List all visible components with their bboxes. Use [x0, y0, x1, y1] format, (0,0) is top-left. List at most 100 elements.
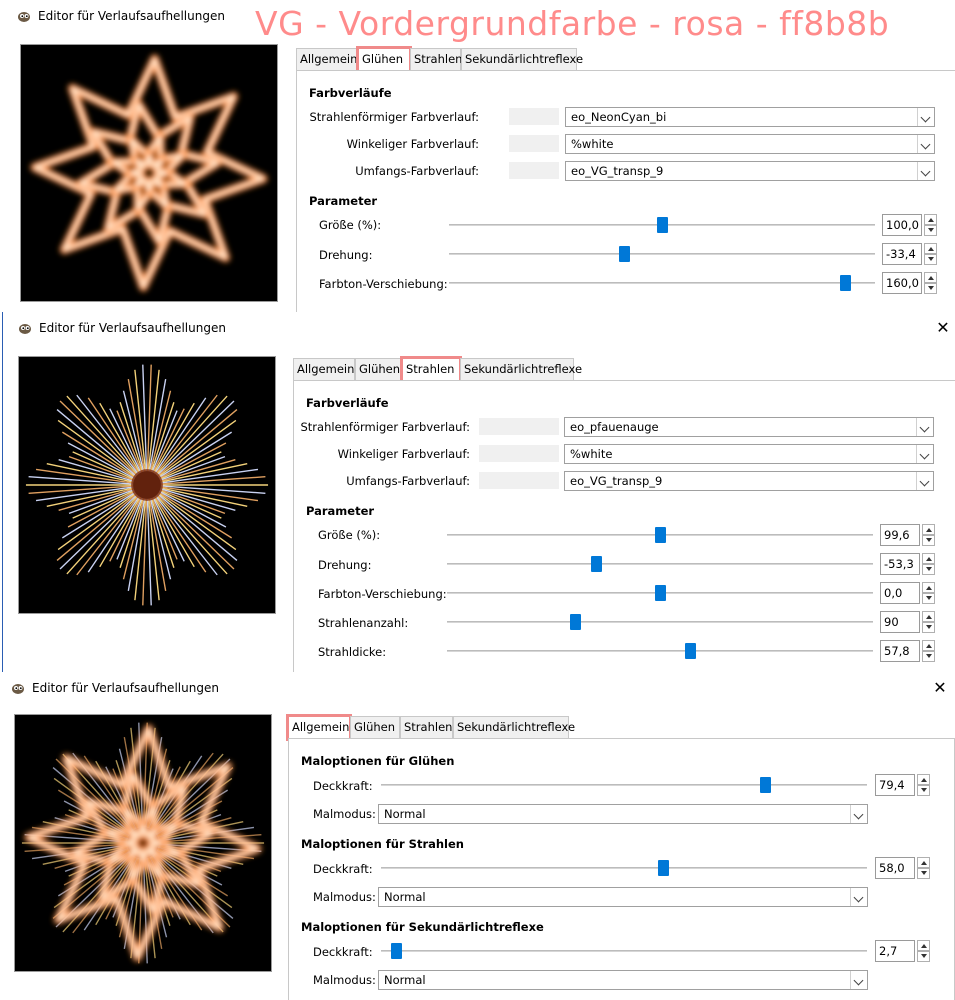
hue-shift-slider[interactable]	[449, 274, 875, 292]
combo-value: %white	[570, 447, 613, 461]
tab-sekundaerlichtreflexe[interactable]: Sekundärlichtreflexe	[461, 48, 583, 70]
spin-down-icon[interactable]	[924, 225, 937, 236]
chevron-down-icon[interactable]	[850, 971, 867, 989]
section-title-gradients: Farbverläufe	[309, 86, 392, 100]
spin-down-icon[interactable]	[922, 651, 935, 662]
close-icon[interactable]: ✕	[930, 678, 950, 698]
rays-paint-mode-select[interactable]: Normal	[378, 887, 868, 907]
rays-opacity-slider[interactable]	[381, 859, 867, 877]
combo-value: eo_NeonCyan_bi	[571, 110, 667, 124]
spin-value[interactable]: 0,0	[880, 582, 920, 604]
spin-down-icon[interactable]	[924, 283, 937, 294]
tab-gluehen[interactable]: Glühen	[350, 716, 400, 738]
chevron-down-icon[interactable]	[916, 445, 933, 463]
spin-value[interactable]: -33,4	[882, 243, 922, 265]
chevron-down-icon[interactable]	[917, 108, 934, 126]
combo-value: Normal	[384, 973, 426, 987]
chevron-down-icon[interactable]	[917, 135, 934, 153]
tab-allgemein[interactable]: Allgemein	[293, 358, 355, 380]
spin-down-icon[interactable]	[922, 622, 935, 633]
chevron-down-icon[interactable]	[917, 162, 934, 180]
radial-gradient-select[interactable]: eo_NeonCyan_bi	[565, 107, 935, 127]
slider-thumb[interactable]	[390, 943, 402, 959]
circumference-gradient-select[interactable]: eo_VG_transp_9	[565, 161, 935, 181]
spin-down-icon[interactable]	[924, 254, 937, 265]
rotation-slider[interactable]	[447, 555, 873, 573]
label-angular-gradient: Winkeliger Farbverlauf:	[337, 447, 470, 461]
hue-shift-slider[interactable]	[447, 584, 873, 602]
chevron-down-icon[interactable]	[850, 805, 867, 823]
tab-allgemein[interactable]: Allgemein	[296, 48, 358, 70]
slider-thumb[interactable]	[591, 556, 603, 572]
radial-gradient-select[interactable]: eo_pfauenauge	[564, 417, 934, 437]
tab-strahlen[interactable]: Strahlen	[400, 356, 462, 383]
gradient-swatch	[509, 162, 559, 179]
spin-value[interactable]: -53,3	[880, 553, 920, 575]
slider-thumb[interactable]	[655, 527, 666, 543]
rotation-slider[interactable]	[449, 245, 875, 263]
tab-strahlen[interactable]: Strahlen	[410, 48, 462, 70]
spin-up-icon[interactable]	[922, 582, 935, 593]
slider-thumb[interactable]	[655, 585, 666, 601]
glow-opacity-slider[interactable]	[381, 776, 867, 794]
size-slider[interactable]	[447, 526, 873, 544]
section-title-parameters: Parameter	[309, 194, 378, 208]
spin-up-icon[interactable]	[924, 272, 937, 283]
label-ray-count: Strahlenanzahl:	[318, 616, 409, 630]
gradient-swatch	[479, 445, 559, 462]
slider-thumb[interactable]	[618, 246, 630, 262]
spin-value[interactable]: 57,8	[880, 640, 920, 662]
spin-up-icon[interactable]	[917, 774, 930, 785]
title-bar[interactable]: Editor für Verlaufsaufhellungen ✕	[3, 312, 955, 344]
slider-thumb[interactable]	[657, 860, 669, 876]
slider-thumb[interactable]	[657, 217, 668, 233]
slider-thumb[interactable]	[759, 777, 771, 793]
spin-down-icon[interactable]	[922, 535, 935, 546]
title-bar[interactable]: Editor für Verlaufsaufhellungen ✕	[0, 672, 955, 704]
spin-value[interactable]: 58,0	[875, 857, 915, 879]
spin-down-icon[interactable]	[922, 593, 935, 604]
chevron-down-icon[interactable]	[916, 472, 933, 490]
tab-sekundaerlichtreflexe[interactable]: Sekundärlichtreflexe	[453, 716, 575, 738]
secondary-opacity-slider[interactable]	[381, 942, 867, 960]
chevron-down-icon[interactable]	[916, 418, 933, 436]
size-slider[interactable]	[449, 216, 875, 234]
spin-down-icon[interactable]	[917, 785, 930, 796]
angular-gradient-select[interactable]: %white	[564, 444, 934, 464]
spin-up-icon[interactable]	[924, 243, 937, 254]
slider-thumb[interactable]	[569, 614, 581, 630]
tab-strahlen[interactable]: Strahlen	[400, 716, 453, 738]
spin-value[interactable]: 99,6	[880, 524, 920, 546]
spin-down-icon[interactable]	[917, 951, 930, 962]
tab-gluehen[interactable]: Glühen	[355, 358, 402, 380]
glow-paint-mode-select[interactable]: Normal	[378, 804, 868, 824]
spin-value[interactable]: 90	[880, 611, 920, 633]
spin-up-icon[interactable]	[922, 640, 935, 651]
section-title-paint-secondary: Maloptionen für Sekundärlichtreflexe	[301, 920, 544, 934]
spin-value[interactable]: 2,7	[875, 940, 915, 962]
ray-count-slider[interactable]	[447, 613, 873, 631]
tab-sekundaerlichtreflexe[interactable]: Sekundärlichtreflexe	[460, 358, 582, 380]
slider-thumb[interactable]	[840, 275, 852, 291]
spin-up-icon[interactable]	[922, 553, 935, 564]
tab-allgemein[interactable]: Allgemein	[286, 714, 352, 741]
close-icon[interactable]: ✕	[933, 318, 953, 338]
chevron-down-icon[interactable]	[850, 888, 867, 906]
angular-gradient-select[interactable]: %white	[565, 134, 935, 154]
spin-value[interactable]: 100,0	[882, 214, 922, 236]
spin-up-icon[interactable]	[922, 524, 935, 535]
spin-value[interactable]: 160,0	[882, 272, 922, 294]
spin-value[interactable]: 79,4	[875, 774, 915, 796]
label-circumference-gradient: Umfangs-Farbverlauf:	[355, 164, 479, 178]
slider-thumb[interactable]	[684, 643, 696, 659]
spin-down-icon[interactable]	[922, 564, 935, 575]
tab-gluehen[interactable]: Glühen	[356, 46, 412, 73]
ray-thickness-slider[interactable]	[447, 642, 873, 660]
spin-up-icon[interactable]	[917, 857, 930, 868]
spin-up-icon[interactable]	[917, 940, 930, 951]
spin-up-icon[interactable]	[924, 214, 937, 225]
secondary-paint-mode-select[interactable]: Normal	[378, 970, 868, 990]
spin-up-icon[interactable]	[922, 611, 935, 622]
spin-down-icon[interactable]	[917, 868, 930, 879]
circumference-gradient-select[interactable]: eo_VG_transp_9	[564, 471, 934, 491]
